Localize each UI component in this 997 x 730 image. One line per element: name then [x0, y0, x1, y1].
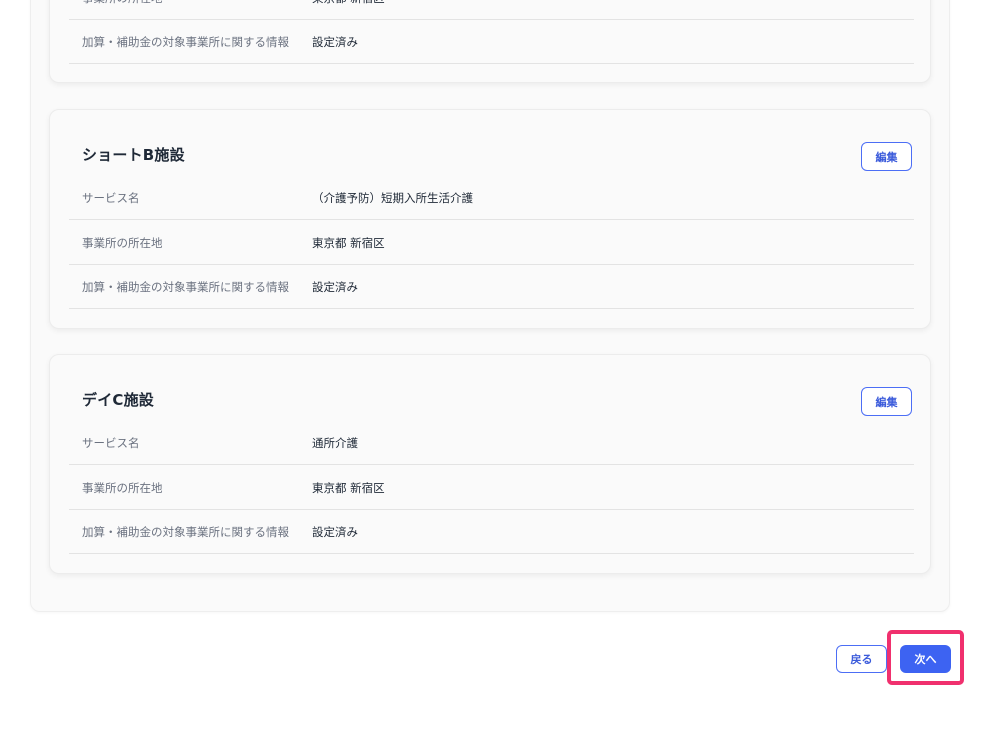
- row-value: （介護予防）短期入所生活介護: [312, 190, 473, 205]
- info-row-service: サービス名 通所介護: [69, 421, 914, 465]
- next-button[interactable]: 次へ: [900, 645, 951, 673]
- row-value: 設定済み: [312, 34, 358, 49]
- facility-title: ショートB施設: [82, 146, 185, 164]
- facility-card-c: デイC施設 編集 サービス名 通所介護 事業所の所在地 東京都 新宿区 加算・補…: [49, 354, 931, 574]
- back-button[interactable]: 戻る: [836, 645, 887, 673]
- info-row-subsidy: 加算・補助金の対象事業所に関する情報 設定済み: [69, 265, 914, 309]
- info-row-location: 事業所の所在地 東京都 新宿区: [69, 221, 914, 265]
- row-label: 加算・補助金の対象事業所に関する情報: [82, 524, 289, 539]
- info-row-location: 事業所の所在地 東京都 新宿区: [69, 0, 914, 20]
- info-row-subsidy: 加算・補助金の対象事業所に関する情報 設定済み: [69, 510, 914, 554]
- row-value: 東京都 新宿区: [312, 0, 385, 19]
- info-row-subsidy: 加算・補助金の対象事業所に関する情報 設定済み: [69, 20, 914, 64]
- row-value: 通所介護: [312, 435, 358, 450]
- row-value: 設定済み: [312, 524, 358, 539]
- facility-card-a: 事業所の所在地 東京都 新宿区 加算・補助金の対象事業所に関する情報 設定済み: [49, 0, 931, 83]
- facility-card-b: ショートB施設 編集 サービス名 （介護予防）短期入所生活介護 事業所の所在地 …: [49, 109, 931, 329]
- row-label: 加算・補助金の対象事業所に関する情報: [82, 279, 289, 294]
- row-label: 事業所の所在地: [82, 480, 163, 495]
- row-label: 加算・補助金の対象事業所に関する情報: [82, 34, 289, 49]
- row-value: 東京都 新宿区: [312, 235, 385, 250]
- info-row-service: サービス名 （介護予防）短期入所生活介護: [69, 176, 914, 220]
- edit-button[interactable]: 編集: [861, 142, 912, 171]
- row-label: サービス名: [82, 435, 140, 450]
- edit-button[interactable]: 編集: [861, 387, 912, 416]
- info-row-location: 事業所の所在地 東京都 新宿区: [69, 466, 914, 510]
- row-label: 事業所の所在地: [82, 235, 163, 250]
- facility-title: デイC施設: [82, 391, 155, 409]
- row-value: 東京都 新宿区: [312, 480, 385, 495]
- row-value: 設定済み: [312, 279, 358, 294]
- row-label: サービス名: [82, 190, 140, 205]
- row-label: 事業所の所在地: [82, 0, 163, 19]
